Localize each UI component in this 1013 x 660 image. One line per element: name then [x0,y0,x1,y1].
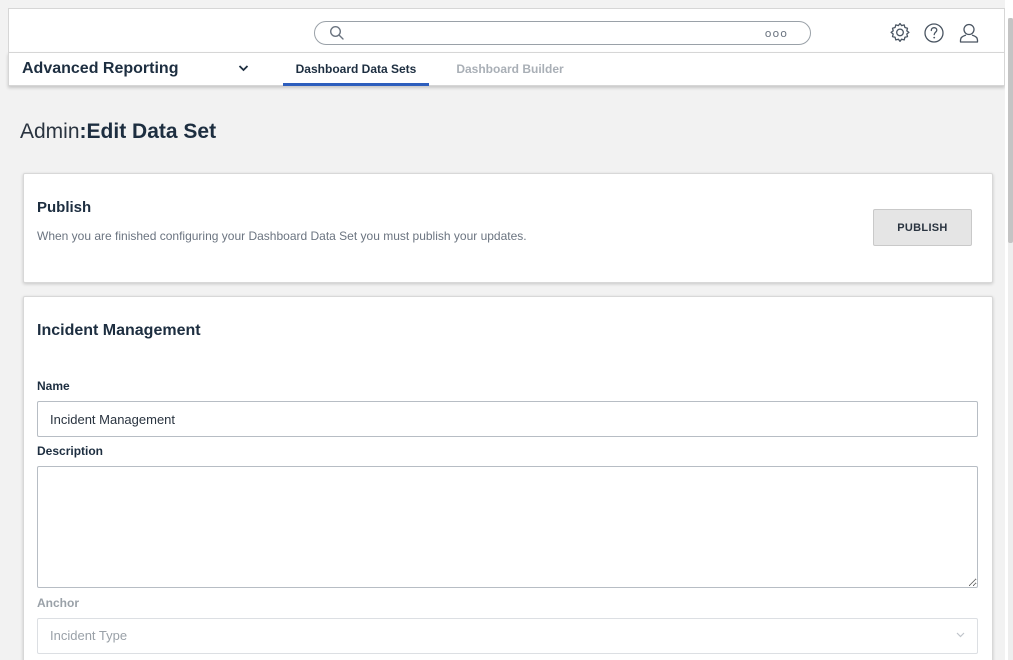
search-bar[interactable]: ooo [314,21,811,45]
scrollbar-thumb[interactable] [1008,18,1013,243]
publish-button[interactable]: PUBLISH [873,209,972,246]
top-bar: ooo [8,8,1005,52]
data-set-card: Incident Management Name Description Anc… [23,296,993,660]
publish-card: Publish When you are finished configurin… [23,173,993,283]
tab-dashboard-builder[interactable]: Dashboard Builder [450,53,570,86]
name-input[interactable] [37,401,978,437]
publish-heading: Publish [37,199,92,216]
app-name: Advanced Reporting [22,60,179,77]
user-icon[interactable] [957,21,981,45]
page-title: Admin:Edit Data Set [20,120,216,144]
page-title-main: Edit Data Set [86,120,217,143]
description-label: Description [37,444,104,458]
anchor-label: Anchor [37,596,79,610]
magnifier-icon [329,25,345,46]
page-title-prefix: Admin [20,120,80,143]
gear-icon[interactable] [888,21,912,45]
app-bar: Advanced Reporting Dashboard Data Sets D… [8,52,1005,86]
tab-dashboard-data-sets[interactable]: Dashboard Data Sets [283,53,429,86]
chevron-down-icon [238,63,249,75]
name-label: Name [37,379,70,393]
page-title-separator: : [79,120,87,143]
publish-description: When you are finished configuring your D… [37,229,527,243]
chevron-down-icon [956,619,965,653]
data-set-heading: Incident Management [37,322,201,339]
anchor-select-value: Incident Type [50,628,128,643]
app-switcher[interactable]: Advanced Reporting [9,53,261,85]
description-textarea[interactable] [37,466,978,588]
more-options-icon[interactable]: ooo [765,27,788,40]
anchor-select[interactable]: Incident Type [37,618,978,654]
help-icon[interactable] [922,21,946,45]
